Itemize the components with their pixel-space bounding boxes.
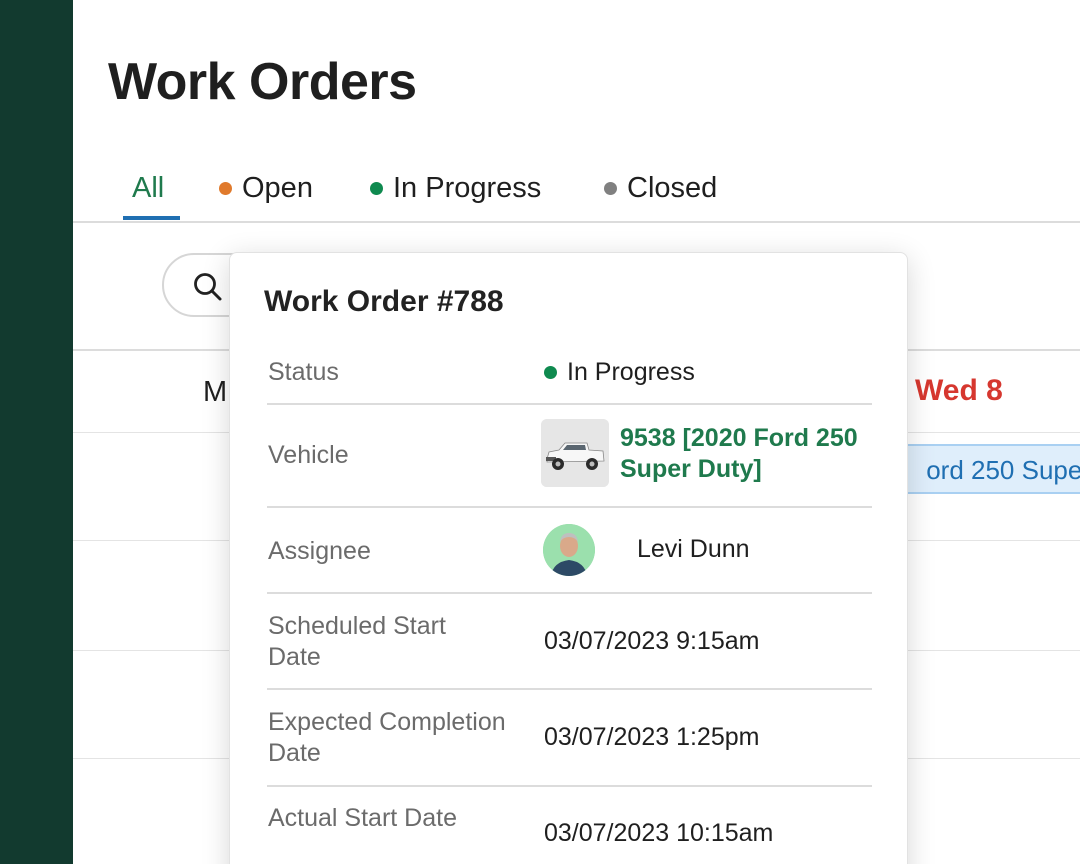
expected-completion-label: Expected Completion Date <box>268 708 506 767</box>
tab-closed[interactable]: Closed <box>604 172 717 205</box>
vehicle-row: Vehicle 9538 [2020 Ford 250 Super Duty] <box>267 405 872 508</box>
work-order-popover: Work Order #788 Status In Progress Vehic… <box>229 252 908 864</box>
calendar-event-work-order[interactable]: ord 250 Super <box>901 444 1080 494</box>
vehicle-label: Vehicle <box>268 441 349 469</box>
tab-all-label: All <box>132 172 165 204</box>
avatar <box>543 524 595 576</box>
actual-start-value: 03/07/2023 10:15am <box>544 819 774 847</box>
active-tab-indicator <box>123 216 180 220</box>
calendar-event-label: ord 250 Super <box>926 455 1080 485</box>
status-label: Status <box>268 358 339 386</box>
closed-status-dot-icon <box>604 182 617 195</box>
expected-completion-row: Expected Completion Date 03/07/2023 1:25… <box>267 690 872 787</box>
actual-start-label: Actual Start Date <box>268 804 457 832</box>
page-title: Work Orders <box>108 53 417 111</box>
assignee-name[interactable]: Levi Dunn <box>637 535 750 564</box>
tab-open-label: Open <box>242 172 313 204</box>
vehicle-link[interactable]: 9538 [2020 Ford 250 Super Duty] <box>620 423 860 485</box>
calendar-day-header-wednesday: Wed 8 <box>915 374 1003 407</box>
assignee-label: Assignee <box>268 537 371 565</box>
tab-closed-label: Closed <box>627 172 718 204</box>
scheduled-start-value: 03/07/2023 9:15am <box>544 627 760 655</box>
tab-all[interactable]: All <box>132 172 164 205</box>
scheduled-start-label: Scheduled Start Date <box>268 612 446 671</box>
search-icon <box>194 273 222 301</box>
calendar-day-header-monday: M <box>203 376 228 408</box>
in-progress-status-dot-icon <box>544 366 557 379</box>
scheduled-start-row: Scheduled Start Date 03/07/2023 9:15am <box>267 594 872 690</box>
expected-completion-value: 03/07/2023 1:25pm <box>544 723 760 751</box>
status-row: Status In Progress <box>267 353 872 405</box>
tab-open[interactable]: Open <box>219 172 313 205</box>
tab-in-progress[interactable]: In Progress <box>370 172 541 205</box>
assignee-row: Assignee Levi Dunn <box>267 508 872 594</box>
in-progress-status-dot-icon <box>370 182 383 195</box>
open-status-dot-icon <box>219 182 232 195</box>
status-value-text: In Progress <box>567 358 695 386</box>
pickup-truck-photo-icon <box>541 419 609 487</box>
tab-in-progress-label: In Progress <box>393 172 542 204</box>
sidebar <box>0 0 73 864</box>
actual-start-row: Actual Start Date 03/07/2023 10:15am <box>267 787 872 864</box>
popover-title: Work Order #788 <box>264 285 504 318</box>
status-value: In Progress <box>544 357 695 388</box>
status-tabs: All Open In Progress Closed <box>73 160 1080 223</box>
